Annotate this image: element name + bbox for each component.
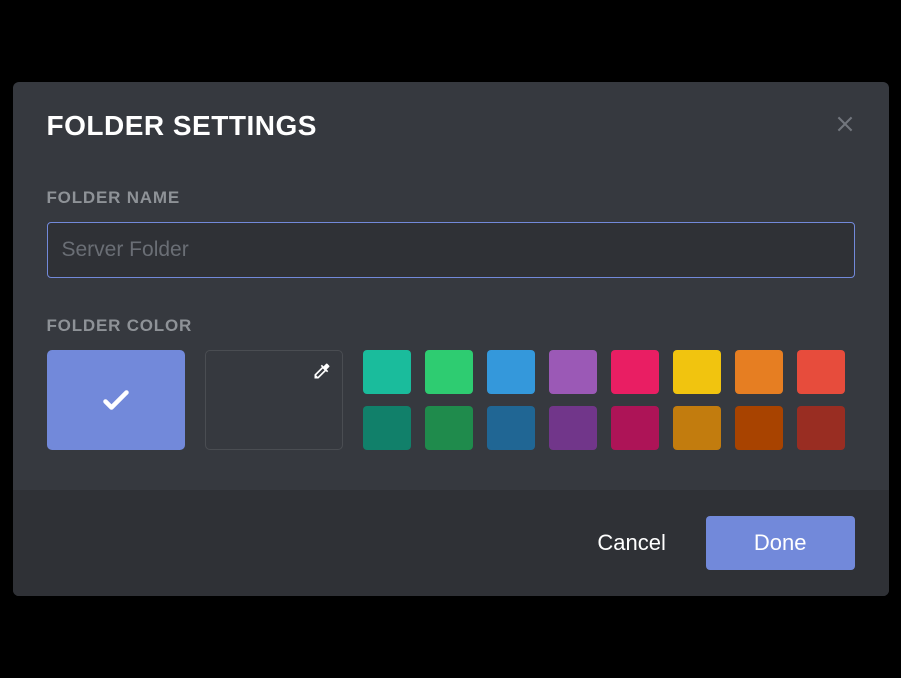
close-icon <box>834 113 856 135</box>
color-swatch[interactable] <box>487 406 535 450</box>
eyedropper-icon <box>312 361 332 381</box>
custom-color-tile[interactable] <box>205 350 343 450</box>
color-swatch[interactable] <box>611 406 659 450</box>
color-section <box>47 350 855 450</box>
folder-color-label: Folder Color <box>47 316 855 336</box>
color-swatch[interactable] <box>797 350 845 394</box>
check-icon <box>98 382 134 418</box>
color-swatch[interactable] <box>425 406 473 450</box>
folder-name-input[interactable] <box>47 222 855 278</box>
color-swatch[interactable] <box>363 406 411 450</box>
color-swatch[interactable] <box>673 350 721 394</box>
cancel-button[interactable]: Cancel <box>591 522 671 564</box>
folder-settings-modal: Folder Settings Folder Name Folder Color <box>13 82 889 596</box>
color-swatch[interactable] <box>735 406 783 450</box>
color-swatch[interactable] <box>549 406 597 450</box>
color-swatch[interactable] <box>425 350 473 394</box>
color-swatch[interactable] <box>487 350 535 394</box>
color-swatch[interactable] <box>797 406 845 450</box>
color-swatch[interactable] <box>611 350 659 394</box>
color-swatch[interactable] <box>673 406 721 450</box>
modal-title: Folder Settings <box>47 110 855 142</box>
close-button[interactable] <box>831 110 859 138</box>
modal-body: Folder Settings Folder Name Folder Color <box>13 82 889 490</box>
folder-name-label: Folder Name <box>47 188 855 208</box>
color-swatch-grid <box>363 350 855 450</box>
color-swatch[interactable] <box>735 350 783 394</box>
default-color-tile[interactable] <box>47 350 185 450</box>
modal-footer: Cancel Done <box>13 490 889 596</box>
done-button[interactable]: Done <box>706 516 855 570</box>
color-swatch[interactable] <box>549 350 597 394</box>
color-swatch[interactable] <box>363 350 411 394</box>
